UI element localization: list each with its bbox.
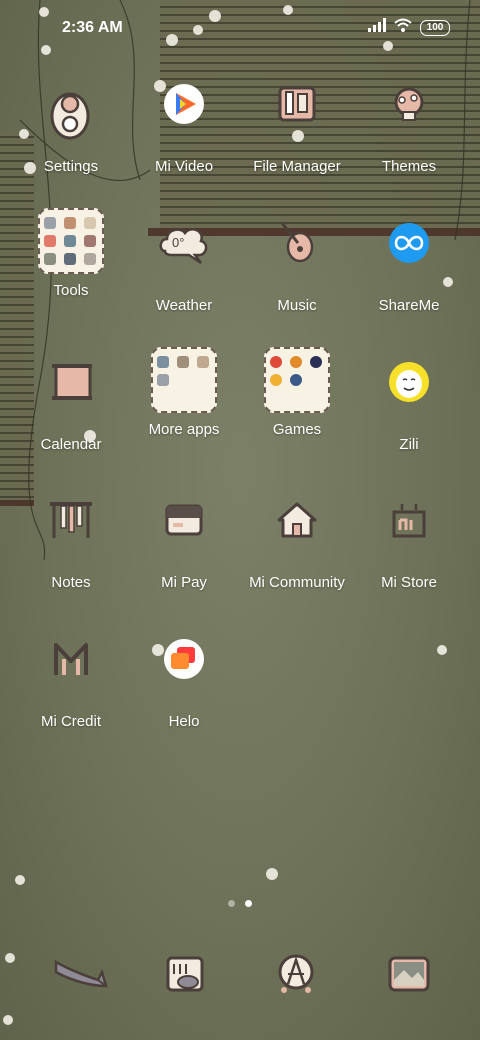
app-label: Mi Store <box>381 574 437 591</box>
dock-app-gallery[interactable] <box>374 950 444 1020</box>
page-indicator <box>0 900 480 907</box>
card-icon <box>149 498 219 568</box>
app-label: More apps <box>148 421 220 438</box>
app-zili[interactable]: Zili <box>354 360 464 453</box>
gallery-icon <box>388 956 430 992</box>
app-notes[interactable]: Notes <box>16 498 126 591</box>
app-label: Tools <box>53 282 89 299</box>
more-apps-folder-icon <box>149 345 219 415</box>
weather-temp: 0° <box>172 235 185 250</box>
app-label: ShareMe <box>378 297 440 314</box>
status-icons: 100 <box>368 18 450 37</box>
app-label: Settings <box>43 158 99 175</box>
compass-icon <box>278 954 314 993</box>
app-label: Mi Video <box>154 158 214 175</box>
status-time: 2:36 AM <box>62 19 123 36</box>
app-label: File Manager <box>253 158 341 175</box>
shopping-bag-icon <box>374 498 444 568</box>
app-label: Calendar <box>40 436 102 453</box>
pen-icon <box>54 959 108 988</box>
app-label: Notes <box>51 574 91 591</box>
app-more-apps-folder[interactable]: More apps <box>129 345 239 438</box>
dock-app-messages[interactable] <box>150 950 220 1020</box>
chat-bubble-icon <box>149 637 219 707</box>
wifi-icon <box>394 18 412 37</box>
settings-icon <box>36 82 106 152</box>
page-dot[interactable] <box>228 900 235 907</box>
app-label: Music <box>277 297 317 314</box>
app-label: Zili <box>399 436 419 453</box>
app-file-manager[interactable]: File Manager <box>242 82 352 175</box>
status-bar: 2:36 AM 100 <box>0 0 480 56</box>
app-label: Weather <box>155 297 213 314</box>
app-mi-credit[interactable]: Mi Credit <box>16 637 126 730</box>
app-weather[interactable]: 0° Weather <box>129 221 239 314</box>
credit-m-icon <box>36 637 106 707</box>
app-shareme[interactable]: ShareMe <box>354 221 464 314</box>
page-dot-active[interactable] <box>245 900 252 907</box>
app-label: Games <box>272 421 322 438</box>
home-icon <box>262 498 332 568</box>
games-folder-icon <box>262 345 332 415</box>
app-calendar[interactable]: Calendar <box>16 360 126 453</box>
app-label: Mi Credit <box>40 713 101 730</box>
face-icon <box>374 360 444 430</box>
app-games-folder[interactable]: Games <box>242 345 352 438</box>
fish-icon <box>166 956 204 992</box>
app-mi-community[interactable]: Mi Community <box>242 498 352 591</box>
lute-icon <box>262 221 332 291</box>
app-label: Mi Community <box>249 574 345 591</box>
app-helo[interactable]: Helo <box>129 637 239 730</box>
app-music[interactable]: Music <box>242 221 352 314</box>
app-label: Mi Pay <box>161 574 207 591</box>
dock-app-phone[interactable] <box>48 950 118 1020</box>
app-mi-pay[interactable]: Mi Pay <box>129 498 239 591</box>
signal-icon <box>368 18 386 37</box>
app-settings[interactable]: Settings <box>16 82 126 175</box>
dock-app-browser[interactable] <box>262 950 332 1020</box>
app-label: Themes <box>381 158 437 175</box>
app-mi-store[interactable]: Mi Store <box>354 498 464 591</box>
palette-icon <box>374 82 444 152</box>
cloud-icon: 0° <box>149 221 219 291</box>
brush-rack-icon <box>36 498 106 568</box>
play-icon <box>149 82 219 152</box>
app-mi-video[interactable]: Mi Video <box>129 82 239 175</box>
folder-icon <box>262 82 332 152</box>
scroll-icon <box>36 360 106 430</box>
app-label: Helo <box>168 713 200 730</box>
tools-folder-icon <box>36 206 106 276</box>
battery-indicator: 100 <box>420 19 450 36</box>
app-tools-folder[interactable]: Tools <box>16 206 126 299</box>
app-themes[interactable]: Themes <box>354 82 464 175</box>
infinity-icon <box>374 221 444 291</box>
